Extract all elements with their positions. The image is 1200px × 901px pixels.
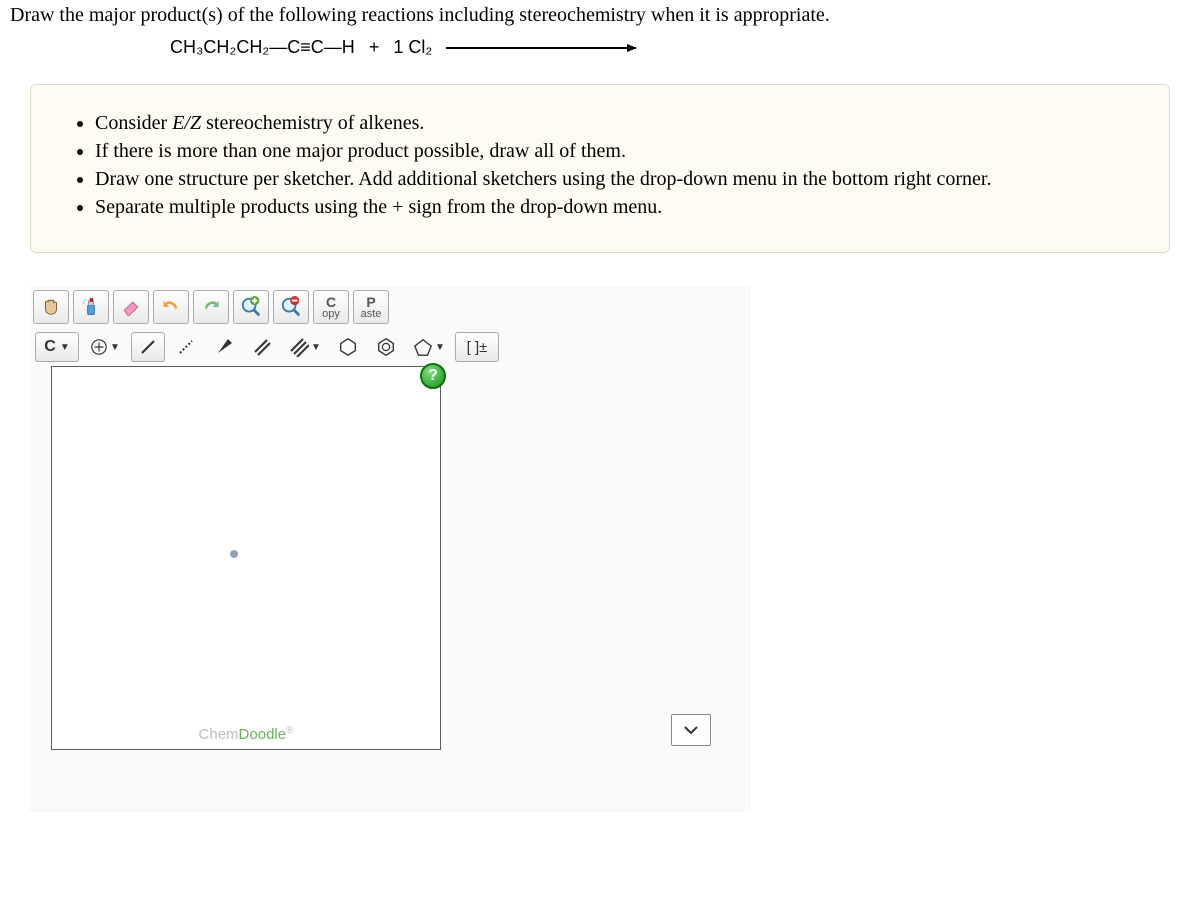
redo-icon	[200, 297, 222, 317]
reaction-arrow-icon	[446, 47, 636, 49]
paste-button[interactable]: P aste	[353, 290, 389, 324]
zoom-in-button[interactable]	[233, 290, 269, 324]
zoom-out-button[interactable]	[273, 290, 309, 324]
brackets-label: [ ]±	[467, 339, 488, 356]
watermark-doodle: Doodle	[239, 726, 287, 743]
watermark-chem: Chem	[199, 726, 239, 743]
benzene-icon	[376, 337, 396, 357]
chevron-down-icon: ▼	[435, 342, 445, 353]
element-picker-button[interactable]: C ▼	[35, 332, 79, 362]
redo-button[interactable]	[193, 290, 229, 324]
single-bond-button[interactable]	[131, 332, 165, 362]
help-button[interactable]: ?	[420, 363, 446, 389]
instruction-item: Consider E/Z stereochemistry of alkenes.	[95, 110, 1141, 137]
clear-tool-button[interactable]	[73, 290, 109, 324]
eraser-icon	[120, 297, 142, 317]
single-bond-icon	[138, 337, 158, 357]
wedge-bond-button[interactable]	[207, 332, 241, 362]
instruction-item: If there is more than one major product …	[95, 138, 1141, 165]
triple-bond-button[interactable]: ▼	[283, 332, 327, 362]
double-bond-icon	[252, 337, 272, 357]
pentagon-icon	[413, 337, 433, 357]
question-mark-icon: ?	[428, 367, 438, 385]
reagent-1: CH₃CH₂CH₂—C≡C—H	[170, 37, 355, 58]
watermark-r: ®	[286, 725, 293, 736]
sketcher-canvas[interactable]: ? ChemDoodle®	[51, 366, 441, 750]
copy-button[interactable]: C opy	[313, 290, 349, 324]
ring-picker-button[interactable]: ▼	[407, 332, 451, 362]
charge-picker-button[interactable]: ▼	[83, 332, 127, 362]
toolbar-row-2: C ▼ ▼	[31, 330, 749, 364]
recessed-bond-button[interactable]	[169, 332, 203, 362]
wedge-bond-icon	[214, 337, 234, 357]
instruction-item: Draw one structure per sketcher. Add add…	[95, 166, 1141, 193]
hexagon-icon	[338, 337, 358, 357]
double-bond-button[interactable]	[245, 332, 279, 362]
sketcher-panel: C opy P aste C ▼ ▼	[30, 287, 750, 811]
reagent-2: 1 Cl₂	[393, 37, 432, 58]
add-sketcher-dropdown[interactable]	[671, 714, 711, 746]
undo-icon	[160, 297, 182, 317]
copy-label-top: C	[326, 295, 336, 309]
move-tool-button[interactable]	[33, 290, 69, 324]
chevron-down-icon: ▼	[60, 342, 70, 353]
chemdoodle-watermark: ChemDoodle®	[52, 725, 440, 743]
spray-icon	[81, 296, 101, 318]
reaction-equation: CH₃CH₂CH₂—C≡C—H + 1 Cl₂	[170, 37, 1190, 58]
element-label: C	[44, 338, 56, 356]
zoom-out-icon	[280, 296, 302, 318]
brackets-button[interactable]: [ ]±	[455, 332, 499, 362]
cyclohexane-button[interactable]	[331, 332, 365, 362]
paste-label-bottom: aste	[361, 309, 382, 320]
zoom-in-icon	[240, 296, 262, 318]
paste-label-top: P	[366, 295, 375, 309]
chevron-down-icon: ▼	[110, 342, 120, 353]
benzene-button[interactable]	[369, 332, 403, 362]
dashed-bond-icon	[176, 337, 196, 357]
instructions-box: Consider E/Z stereochemistry of alkenes.…	[30, 84, 1170, 253]
instruction-item: Separate multiple products using the + s…	[95, 194, 1141, 221]
undo-button[interactable]	[153, 290, 189, 324]
erase-tool-button[interactable]	[113, 290, 149, 324]
chevron-down-icon	[683, 725, 699, 735]
plus-sign: +	[369, 37, 380, 58]
chevron-down-icon: ▼	[311, 342, 321, 353]
question-prompt: Draw the major product(s) of the followi…	[10, 4, 1190, 27]
toolbar-row-1: C opy P aste	[31, 288, 749, 326]
triple-bond-icon	[289, 337, 309, 357]
copy-label-bottom: opy	[322, 309, 340, 320]
plus-circle-icon	[90, 338, 108, 356]
canvas-placeholder-dot	[230, 550, 238, 558]
hand-icon	[40, 296, 62, 318]
